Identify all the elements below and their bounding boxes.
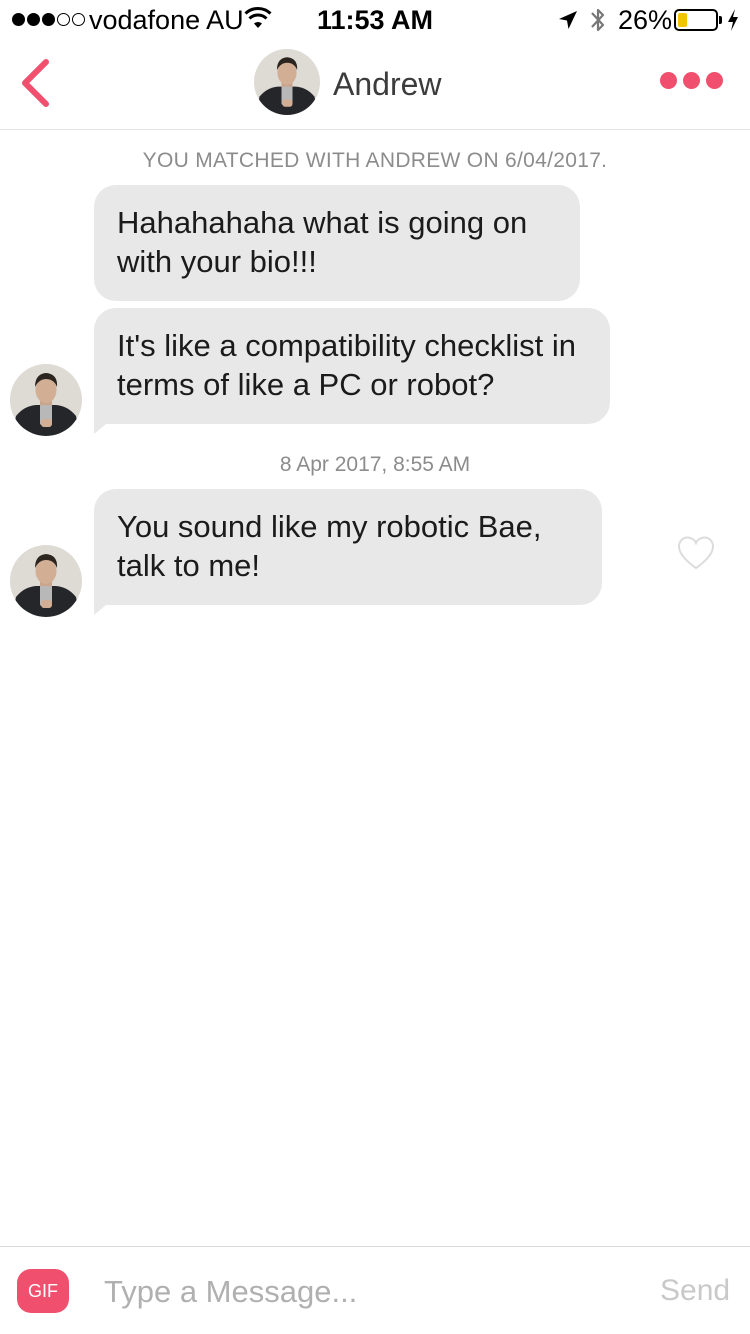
bluetooth-icon: [591, 8, 605, 32]
message-bubble[interactable]: You sound like my robotic Bae, talk to m…: [94, 489, 602, 615]
profile-photo-image: [10, 364, 82, 436]
message-timestamp: 8 Apr 2017, 8:55 AM: [279, 453, 471, 476]
message-bubble[interactable]: It's like a compatibility checklist in t…: [94, 308, 610, 434]
profile-photo-image: [254, 49, 320, 115]
message-composer: GIF Send: [0, 1246, 750, 1334]
battery-terminal: [719, 16, 722, 24]
more-dot: [683, 72, 700, 89]
battery-level-fill: [678, 13, 688, 27]
chat-screen: vodafone AU 11:53 AM 26% Andrew YOU MATC…: [0, 0, 750, 1334]
message-bubble[interactable]: Hahahahaha what is going on with your bi…: [94, 185, 580, 301]
battery-percentage: 26%: [618, 5, 673, 35]
match-notice: YOU MATCHED WITH ANDREW ON 6/04/2017.: [142, 149, 608, 172]
charging-bolt-icon: [728, 9, 738, 31]
like-heart-icon[interactable]: [676, 535, 716, 571]
location-arrow-icon: [559, 11, 577, 29]
sender-avatar[interactable]: [10, 545, 82, 617]
send-button[interactable]: Send: [660, 1274, 730, 1308]
message-input[interactable]: [104, 1269, 634, 1315]
profile-photo-image: [10, 545, 82, 617]
back-chevron-icon[interactable]: [18, 58, 52, 108]
more-dot: [706, 72, 723, 89]
status-bar: vodafone AU 11:53 AM 26%: [0, 0, 750, 40]
contact-name[interactable]: Andrew: [333, 66, 442, 103]
battery-icon: [674, 9, 718, 31]
contact-avatar[interactable]: [254, 49, 320, 115]
gif-button[interactable]: GIF: [17, 1269, 69, 1313]
chat-header: Andrew: [0, 40, 750, 130]
sender-avatar[interactable]: [10, 364, 82, 436]
more-options-icon[interactable]: [660, 72, 723, 89]
more-dot: [660, 72, 677, 89]
